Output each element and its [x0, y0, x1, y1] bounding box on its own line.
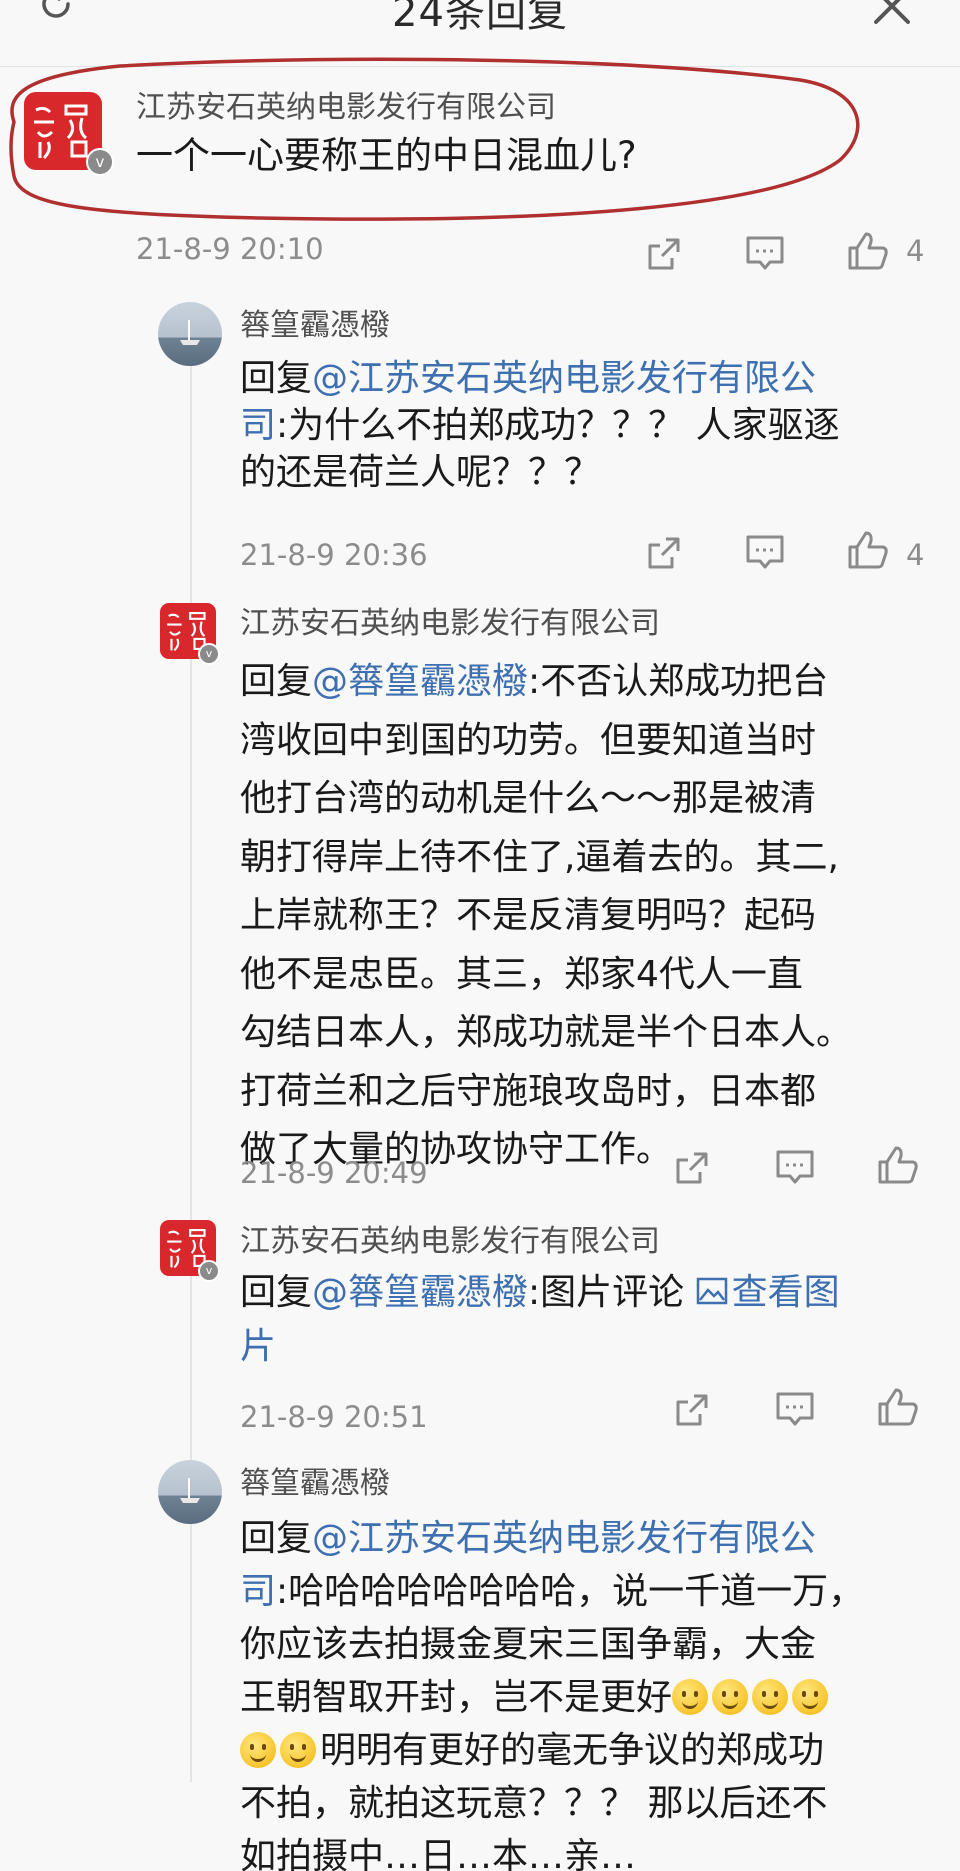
reply-line: 王朝智取开封，岂不是更好: [240, 1671, 864, 1724]
share-icon[interactable]: [644, 533, 684, 573]
main-comment-timestamp: 21-8-9 20:10: [136, 232, 324, 266]
reply-timestamp: 21-8-9 20:49: [240, 1156, 428, 1190]
thread-connector: [190, 312, 192, 1782]
comment-icon[interactable]: [744, 234, 786, 274]
smiley-emoji-icon: [752, 1679, 789, 1715]
reply-line: 回复@江苏安石英纳电影发行有限公: [240, 355, 840, 402]
view-image-link[interactable]: 查看图: [696, 1272, 840, 1313]
reply-like-count: 4: [906, 538, 925, 572]
mention-link[interactable]: @江苏安石英纳电影发行有限公: [312, 358, 816, 399]
mention-link[interactable]: 司: [240, 1571, 276, 1612]
reply-prefix: 回复: [240, 358, 313, 399]
reply-line: 湾收回中到国的功劳。但要知道当时: [240, 719, 817, 761]
header-divider: [0, 66, 960, 67]
avatar-scene-icon: [180, 1478, 200, 1503]
mention-link[interactable]: 司: [240, 405, 276, 446]
like-icon[interactable]: [846, 529, 890, 571]
share-icon[interactable]: [644, 234, 684, 274]
header: 24条回复: [0, 0, 960, 67]
reply-line: 如拍摄中…日…本…亲…: [240, 1836, 637, 1871]
reply-timestamp: 21-8-9 20:36: [240, 538, 428, 572]
comment-icon[interactable]: [774, 1390, 816, 1430]
reply-line: 明明有更好的毫无争议的郑成功: [240, 1724, 864, 1777]
seal-avatar[interactable]: v: [24, 92, 114, 176]
reply-text: 回复@江苏安石英纳电影发行有限公 司:为什么不拍郑成功？？？ 人家驱逐 的还是荷…: [240, 355, 840, 496]
comment-icon[interactable]: [774, 1148, 816, 1188]
reply-timestamp: 21-8-9 20:51: [240, 1400, 428, 1434]
share-icon[interactable]: [672, 1148, 712, 1188]
mention-link[interactable]: @江苏安石英纳电影发行有限公: [312, 1518, 816, 1559]
reply-line: 回复@簭篁靏憑橃:不否认郑成功把台: [240, 653, 852, 712]
reply-line: 司:为什么不拍郑成功？？？ 人家驱逐: [240, 402, 840, 449]
reply-prefix: 回复: [240, 661, 313, 702]
smiley-emoji-icon: [240, 1732, 276, 1768]
reply-username[interactable]: 江苏安石英纳电影发行有限公司: [240, 1216, 660, 1260]
main-comment-like-count: 4: [906, 234, 925, 268]
reply-text: 回复@江苏安石英纳电影发行有限公 司:哈哈哈哈哈哈哈哈，说一千道一万， 你应该去…: [240, 1512, 864, 1871]
smiley-emoji-icon: [672, 1679, 709, 1715]
like-icon[interactable]: [876, 1144, 920, 1186]
photo-avatar[interactable]: [158, 302, 222, 366]
reply-line: 朝打得岸上待不住了,逼着去的。其二,: [240, 836, 839, 878]
verified-badge-icon: v: [198, 643, 220, 665]
smiley-emoji-icon: [792, 1679, 829, 1715]
image-icon: [696, 1277, 727, 1305]
reply-line: 司:哈哈哈哈哈哈哈哈，说一千道一万，: [240, 1565, 864, 1618]
reply-line: 不拍，就拍这玩意？？？ 那以后还不: [240, 1783, 828, 1824]
main-comment-username[interactable]: 江苏安石英纳电影发行有限公司: [136, 82, 556, 126]
seal-avatar[interactable]: v: [160, 1220, 220, 1282]
reply-line: 打荷兰和之后守施琅攻岛时，日本都: [240, 1070, 817, 1112]
reply-line-text: :哈哈哈哈哈哈哈哈，说一千道一万，: [276, 1571, 865, 1612]
verified-badge-icon: v: [198, 1260, 220, 1282]
mention-link[interactable]: @簭篁靏憑橃: [312, 1272, 528, 1313]
photo-avatar[interactable]: [158, 1460, 222, 1524]
close-icon[interactable]: [870, 0, 914, 28]
reply-username[interactable]: 江苏安石英纳电影发行有限公司: [240, 598, 660, 642]
main-comment-text: 一个一心要称王的中日混血儿?: [136, 134, 637, 177]
page-title: 24条回复: [392, 0, 568, 36]
reply-line: 上岸就称王？不是反清复明吗？起码: [240, 895, 817, 936]
view-image-link-text[interactable]: 查看图: [732, 1272, 840, 1313]
verified-badge-icon: v: [86, 148, 114, 176]
reply-line: 回复@江苏安石英纳电影发行有限公: [240, 1512, 864, 1565]
reply-username[interactable]: 簭篁靏憑橃: [240, 300, 390, 344]
reply-line: 的还是荷兰人呢？？？: [240, 452, 601, 493]
reply-thread-page: 24条回复 v 江苏安石英纳电影发行有限公司 一个一心要称王的中日混血儿? 21…: [0, 0, 960, 1871]
reply-line-text: 明明有更好的毫无争议的郑成功: [320, 1730, 825, 1771]
like-icon[interactable]: [876, 1386, 920, 1428]
reply-prefix: 回复: [240, 1272, 313, 1313]
reply-line: 他打台湾的动机是什么～～那是被清: [240, 778, 817, 819]
reply-prefix: 回复: [240, 1518, 313, 1559]
reply-line: 回复@簭篁靏憑橃:图片评论 查看图: [240, 1266, 840, 1320]
smiley-emoji-icon: [280, 1732, 316, 1768]
comment-icon[interactable]: [744, 533, 786, 573]
reply-line: 他不是忠臣。其三，郑家4代人一直: [240, 953, 803, 995]
seal-avatar[interactable]: v: [160, 603, 220, 665]
view-image-link-text[interactable]: 片: [240, 1320, 840, 1374]
reply-line: 你应该去拍摄金夏宋三国争霸，大金: [240, 1624, 817, 1665]
reply-text: 回复@簭篁靏憑橃:图片评论 查看图 片: [240, 1266, 840, 1374]
reply-line-text: :为什么不拍郑成功？？？ 人家驱逐: [276, 405, 840, 446]
reply-line-text: :图片评论: [528, 1272, 696, 1313]
avatar-scene-icon: [180, 320, 200, 345]
mention-link[interactable]: @簭篁靏憑橃: [312, 661, 528, 702]
reply-line-text: :不否认郑成功把台: [528, 661, 829, 702]
share-icon[interactable]: [672, 1390, 712, 1430]
smiley-emoji-icon: [712, 1679, 749, 1715]
reply-text: 回复@簭篁靏憑橃:不否认郑成功把台 湾收回中到国的功劳。但要知道当时 他打台湾的…: [240, 653, 852, 1180]
reply-line-text: 王朝智取开封，岂不是更好: [240, 1677, 673, 1718]
like-icon[interactable]: [846, 230, 890, 272]
reply-line: 勾结日本人，郑成功就是半个日本人。: [240, 1012, 853, 1053]
reply-username[interactable]: 簭篁靏憑橃: [240, 1458, 390, 1502]
